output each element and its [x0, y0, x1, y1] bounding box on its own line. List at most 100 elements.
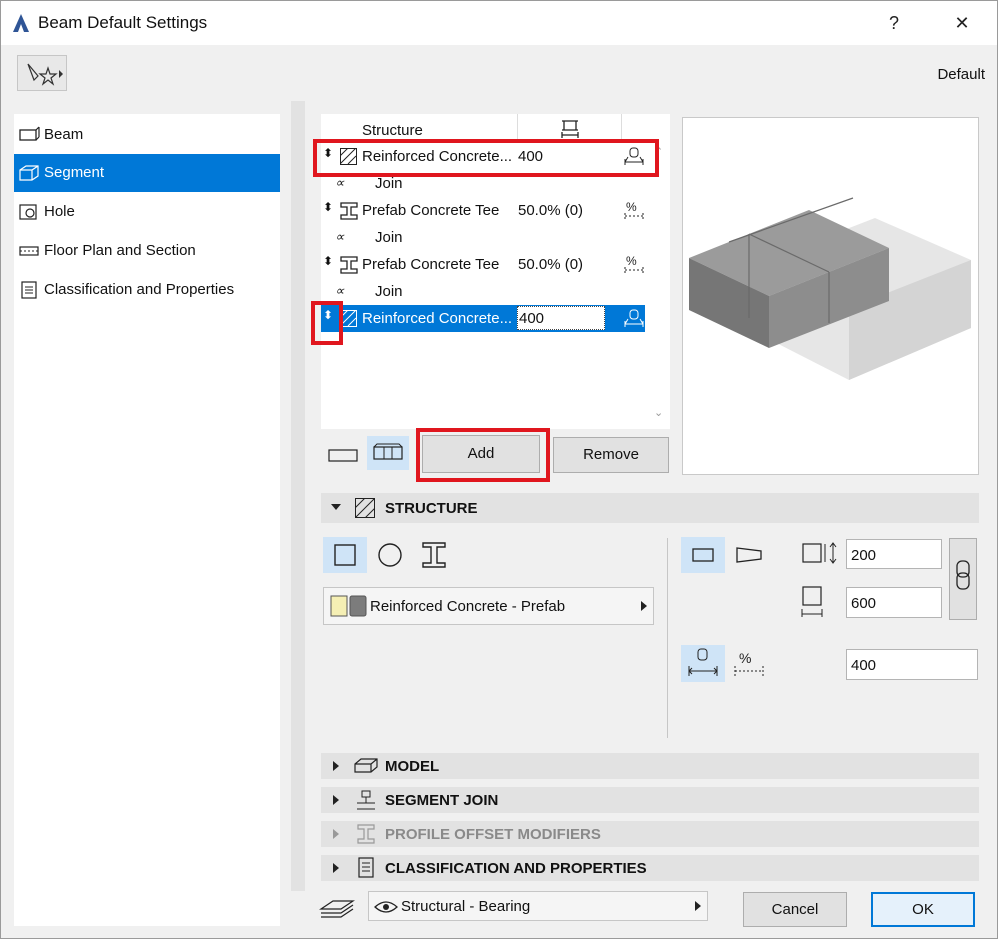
width-value: 200: [851, 547, 877, 564]
list-header-structure: Structure: [362, 122, 423, 139]
height-input[interactable]: 600: [846, 587, 942, 618]
cancel-button[interactable]: Cancel: [743, 892, 847, 927]
segment-name: Prefab Concrete Tee: [362, 256, 500, 273]
submenu-arrow-icon: [695, 901, 701, 911]
nav-item-classification[interactable]: Classification and Properties: [14, 271, 280, 309]
percent-length-icon: %: [624, 200, 644, 219]
rectangle-profile-icon: [334, 544, 356, 566]
profile-tee-icon: [340, 256, 358, 274]
proportional-length-button[interactable]: %: [727, 645, 771, 682]
list-item-join[interactable]: ∝ Join: [321, 224, 670, 251]
rectangular-view-button[interactable]: [323, 439, 363, 471]
section-model-header[interactable]: MODEL: [321, 753, 979, 779]
hole-icon: [19, 204, 37, 220]
uniform-beam-icon: [692, 548, 714, 562]
percent-length-icon: %: [624, 254, 644, 273]
percent-length-icon: %: [734, 650, 764, 676]
uniform-shape-button[interactable]: [681, 537, 725, 573]
section-profile-offset-header[interactable]: PROFILE OFFSET MODIFIERS: [321, 821, 979, 847]
rectangle-icon: [328, 449, 358, 462]
segment-value: 50.0% (0): [518, 202, 584, 219]
scroll-down-icon[interactable]: ⌄: [654, 406, 663, 419]
section-title: SEGMENT JOIN: [385, 792, 499, 809]
section-classification-header[interactable]: CLASSIFICATION AND PROPERTIES: [321, 855, 979, 881]
segment-length-header-icon: [561, 120, 579, 138]
fixed-length-button[interactable]: [681, 645, 725, 682]
ok-button[interactable]: OK: [871, 892, 975, 927]
archicad-logo-icon: [13, 14, 29, 32]
favorites-button[interactable]: [17, 55, 67, 91]
highlight-first-segment: [313, 139, 659, 177]
section-title: PROFILE OFFSET MODIFIERS: [385, 826, 601, 843]
drag-handle-icon[interactable]: ⬍: [323, 254, 333, 268]
window-title: Beam Default Settings: [38, 13, 208, 32]
profile-tee-icon: [340, 202, 358, 220]
title-bar: Beam Default Settings ? ✕: [1, 1, 997, 45]
beam-preview-image: [689, 197, 971, 380]
segment-name: Reinforced Concrete...: [362, 310, 513, 327]
list-item-segment[interactable]: ⬍ Prefab Concrete Tee 50.0% (0) %: [321, 251, 670, 278]
join-angle-icon: ∝: [335, 283, 345, 298]
i-profile-icon: [422, 542, 446, 568]
width-input[interactable]: 200: [846, 539, 942, 569]
svg-text:%: %: [626, 254, 637, 268]
highlight-drag-handle: [311, 301, 343, 345]
segments-icon: [373, 443, 403, 460]
link-dimensions-button[interactable]: [949, 538, 977, 620]
length-input[interactable]: 400: [846, 649, 978, 680]
building-material-dropdown[interactable]: Reinforced Concrete - Prefab: [323, 587, 654, 625]
close-button[interactable]: ✕: [947, 9, 977, 37]
join-angle-icon: ∝: [335, 175, 345, 190]
nav-item-segment[interactable]: Segment: [14, 154, 280, 192]
default-label: Default: [937, 66, 985, 83]
height-value: 600: [851, 595, 877, 612]
nav-item-hole[interactable]: Hole: [14, 193, 280, 231]
splitter[interactable]: [291, 101, 305, 891]
nav-label: Segment: [44, 164, 105, 181]
section-structure-header[interactable]: STRUCTURE: [321, 493, 979, 523]
profile-offset-icon: [357, 824, 375, 844]
section-segment-join-header[interactable]: SEGMENT JOIN: [321, 787, 979, 813]
layer-icon: [319, 900, 355, 918]
segment-name: Prefab Concrete Tee: [362, 202, 500, 219]
floor-plan-icon: [19, 246, 39, 256]
segment-view-button[interactable]: [367, 436, 409, 470]
preview-3d[interactable]: [682, 117, 979, 475]
model-icon: [354, 758, 378, 773]
lock-length-icon: [688, 648, 718, 676]
drag-handle-icon[interactable]: ⬍: [323, 200, 333, 214]
collapsed-arrow-icon: [333, 829, 339, 839]
nav-label: Floor Plan and Section: [44, 242, 196, 259]
segment-join-icon: [357, 790, 375, 810]
rectangular-profile-button[interactable]: [323, 537, 367, 573]
join-label: Join: [375, 283, 403, 300]
section-title: MODEL: [385, 758, 440, 775]
add-button[interactable]: Add: [422, 435, 540, 473]
tapered-shape-button[interactable]: [727, 537, 771, 573]
chain-link-icon: [956, 560, 970, 590]
help-button[interactable]: ?: [879, 9, 909, 37]
segment-value: 400: [519, 310, 545, 327]
complex-profile-button[interactable]: [413, 537, 457, 573]
segment-value: 50.0% (0): [518, 256, 584, 273]
join-label: Join: [375, 229, 403, 246]
nav-item-beam[interactable]: Beam: [14, 116, 280, 154]
dialog-window: Beam Default Settings ? ✕ Default Beam S…: [0, 0, 998, 939]
collapsed-arrow-icon: [333, 795, 339, 805]
nav-item-floor-plan[interactable]: Floor Plan and Section: [14, 232, 280, 270]
svg-text:%: %: [739, 650, 751, 666]
layer-dropdown[interactable]: Structural - Bearing: [368, 891, 708, 921]
tapered-beam-icon: [736, 547, 762, 563]
column-divider: [517, 114, 518, 141]
circle-profile-icon: [378, 543, 402, 567]
nav-label: Hole: [44, 203, 75, 220]
list-item-segment-selected[interactable]: ⬍ Reinforced Concrete... 400: [321, 305, 645, 332]
remove-button[interactable]: Remove: [553, 437, 669, 473]
list-item-join[interactable]: ∝ Join: [321, 278, 670, 305]
settings-nav: Beam Segment Hole Floor Plan and Section…: [14, 114, 280, 926]
segment-value-editor[interactable]: 400: [517, 306, 605, 330]
circular-profile-button[interactable]: [369, 537, 413, 573]
section-title: STRUCTURE: [385, 500, 478, 517]
length-value: 400: [851, 657, 877, 674]
list-item-segment[interactable]: ⬍ Prefab Concrete Tee 50.0% (0) %: [321, 197, 670, 224]
